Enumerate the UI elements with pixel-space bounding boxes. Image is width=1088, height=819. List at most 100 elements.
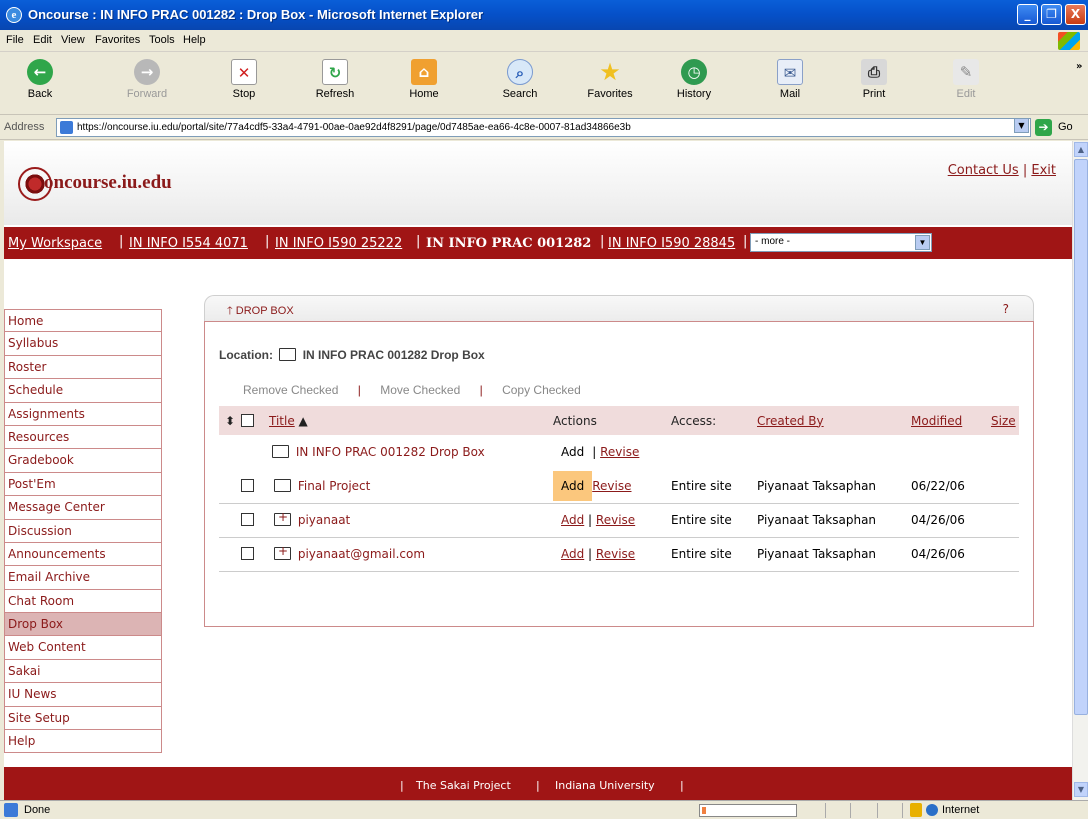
tool-chat-room[interactable]: Chat Room <box>4 589 162 614</box>
maximize-button[interactable]: ❐ <box>1041 4 1062 25</box>
scroll-thumb[interactable] <box>1074 159 1088 715</box>
sort-by-modified-link[interactable]: Modified <box>911 414 962 428</box>
site-tab-my-workspace[interactable]: My Workspace <box>8 236 102 251</box>
tool-site-setup[interactable]: Site Setup <box>4 706 162 731</box>
home-button[interactable]: ⌂ Home <box>392 57 456 111</box>
remove-checked-action[interactable]: Remove Checked <box>243 383 338 397</box>
tool-iu-news[interactable]: IU News <box>4 683 162 707</box>
row-name[interactable]: piyanaat@gmail.com <box>298 547 425 561</box>
tool-postem[interactable]: Post'Em <box>4 472 162 497</box>
select-all-checkbox[interactable] <box>241 413 254 427</box>
tool-help[interactable]: Help <box>4 730 162 754</box>
tool-schedule[interactable]: Schedule <box>4 379 162 403</box>
sakai-project-link[interactable]: The Sakai Project <box>416 779 511 792</box>
site-tab-i554[interactable]: IN INFO I554 4071 <box>129 236 248 251</box>
row-checkbox[interactable] <box>241 547 254 560</box>
expand-folder-icon[interactable] <box>274 510 291 526</box>
sort-by-size-link[interactable]: Size <box>991 414 1016 428</box>
site-tab-i590-28845[interactable]: IN INFO I590 28845 <box>608 236 735 251</box>
favorites-button[interactable]: ★ Favorites <box>578 57 642 111</box>
edit-icon: ✎ <box>953 59 979 85</box>
refresh-button[interactable]: ↻ Refresh <box>303 57 367 111</box>
menu-tools[interactable]: Tools <box>149 34 175 46</box>
tool-discussion[interactable]: Discussion <box>4 519 162 543</box>
copy-checked-action[interactable]: Copy Checked <box>502 383 581 397</box>
toolbar-more-chevron[interactable]: » <box>1076 61 1082 72</box>
more-sites-select[interactable]: - more - ▼ <box>750 233 932 252</box>
row-checkbox[interactable] <box>241 513 254 526</box>
revise-link[interactable]: Revise <box>592 479 631 493</box>
tool-web-content[interactable]: Web Content <box>4 636 162 660</box>
revise-link[interactable]: Revise <box>596 547 635 561</box>
tool-announcements[interactable]: Announcements <box>4 542 162 567</box>
contact-us-link[interactable]: Contact Us <box>948 163 1019 178</box>
vertical-scrollbar[interactable]: ▲ ▼ <box>1072 141 1088 800</box>
sort-by-title-link[interactable]: Title <box>269 414 295 428</box>
go-button[interactable]: Go <box>1058 121 1073 133</box>
add-button[interactable]: Add <box>553 437 592 467</box>
tool-email-archive[interactable]: Email Archive <box>4 566 162 590</box>
status-divider <box>902 803 903 818</box>
exit-link[interactable]: Exit <box>1031 163 1056 178</box>
toolbar: ← Back → Forward ✕ Stop ↻ Refresh ⌂ Home… <box>0 53 1088 115</box>
print-button[interactable]: ⎙ Print <box>842 57 906 111</box>
add-link[interactable]: Add <box>561 547 584 561</box>
row-name[interactable]: Final Project <box>298 479 371 493</box>
tool-gradebook[interactable]: Gradebook <box>4 449 162 473</box>
menu-favorites[interactable]: Favorites <box>95 34 140 46</box>
address-input[interactable]: https://oncourse.iu.edu/portal/site/77a4… <box>56 118 1031 137</box>
portlet-title[interactable]: 🡑 DROP BOX <box>227 302 294 321</box>
row-checkbox[interactable] <box>241 478 254 492</box>
help-button[interactable]: ? <box>1003 302 1009 316</box>
minimize-button[interactable]: _ <box>1017 4 1038 25</box>
mail-button[interactable]: ✉ Mail <box>758 57 822 111</box>
menu-file[interactable]: File <box>6 34 24 46</box>
go-arrow-icon[interactable]: ➔ <box>1035 119 1052 136</box>
search-button[interactable]: ⌕ Search <box>488 57 552 111</box>
table-row: piyanaat@gmail.com Add | Revise Entire s… <box>219 537 1019 572</box>
stop-button[interactable]: ✕ Stop <box>212 57 276 111</box>
tool-resources[interactable]: Resources <box>4 425 162 450</box>
move-checked-action[interactable]: Move Checked <box>380 383 460 397</box>
tool-drop-box[interactable]: Drop Box <box>4 613 162 637</box>
row-modified: 06/22/06 <box>911 469 991 504</box>
tool-home[interactable]: Home <box>4 309 162 333</box>
sort-by-created-by-link[interactable]: Created By <box>757 414 824 428</box>
menu-view[interactable]: View <box>61 34 85 46</box>
menu-edit[interactable]: Edit <box>33 34 52 46</box>
revise-link[interactable]: Revise <box>600 445 639 459</box>
site-tab-i590-25222[interactable]: IN INFO I590 25222 <box>275 236 402 251</box>
add-link[interactable]: Add <box>561 513 584 527</box>
open-folder-icon[interactable] <box>272 445 289 458</box>
tool-roster[interactable]: Roster <box>4 355 162 380</box>
sort-ascending-icon: ▲ <box>298 413 308 428</box>
menu-help[interactable]: Help <box>183 34 206 46</box>
site-tab-separator: | <box>600 234 605 249</box>
location-label: Location: <box>219 348 273 362</box>
scroll-down-icon[interactable]: ▼ <box>1074 782 1088 797</box>
tool-assignments[interactable]: Assignments <box>4 402 162 426</box>
row-modified: 04/26/06 <box>911 503 991 538</box>
root-actions: Add | Revise <box>553 435 671 469</box>
edit-button[interactable]: ✎ Edit <box>934 57 998 111</box>
revise-link[interactable]: Revise <box>596 513 635 527</box>
indiana-university-link[interactable]: Indiana University <box>555 779 655 792</box>
row-name[interactable]: piyanaat <box>298 513 350 527</box>
tool-sakai[interactable]: Sakai <box>4 659 162 684</box>
tool-message-center[interactable]: Message Center <box>4 496 162 520</box>
back-button[interactable]: ← Back <box>8 57 72 111</box>
portal-header: oncourse.iu.edu Contact Us | Exit <box>4 141 1072 225</box>
site-logo-text[interactable]: oncourse.iu.edu <box>44 172 172 194</box>
tool-syllabus[interactable]: Syllabus <box>4 332 162 356</box>
scroll-up-icon[interactable]: ▲ <box>1074 142 1088 157</box>
close-button[interactable]: X <box>1065 4 1086 25</box>
address-dropdown-icon[interactable]: ▼ <box>1014 118 1029 133</box>
refresh-icon: ↻ <box>322 59 348 85</box>
expand-collapse-icon[interactable]: ⬍ <box>219 406 241 435</box>
forward-button[interactable]: → Forward <box>115 57 179 111</box>
menu-bar: File Edit View Favorites Tools Help <box>0 30 1088 52</box>
expand-folder-icon[interactable] <box>274 544 291 560</box>
page-icon <box>60 121 73 134</box>
history-button[interactable]: ◷ History <box>662 57 726 111</box>
add-button[interactable]: Add <box>553 470 593 501</box>
